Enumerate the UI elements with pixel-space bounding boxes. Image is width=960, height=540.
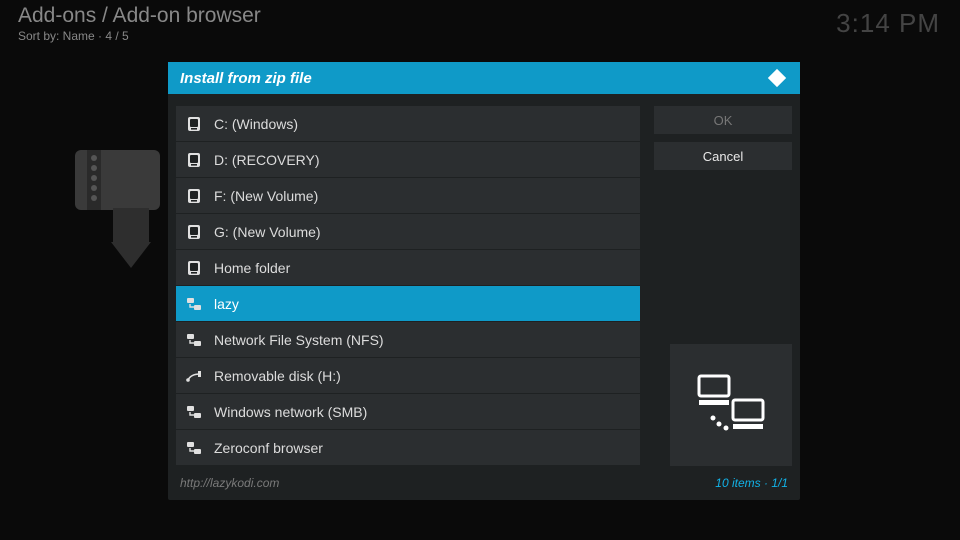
cancel-button[interactable]: Cancel [654,142,792,170]
file-item[interactable]: G: (New Volume) [176,214,640,250]
file-item[interactable]: D: (RECOVERY) [176,142,640,178]
file-item[interactable]: lazy [176,286,640,322]
footer-path: http://lazykodi.com [180,476,279,490]
drive-icon [186,188,202,204]
file-item-label: Home folder [214,260,290,276]
drive-icon [186,224,202,240]
file-item-label: C: (Windows) [214,116,298,132]
file-item-label: lazy [214,296,239,312]
file-item-label: Removable disk (H:) [214,368,341,384]
clock: 3:14 PM [836,8,940,39]
file-item-label: G: (New Volume) [214,224,321,240]
install-from-zip-dialog: Install from zip file C: (Windows) D: (RE… [168,62,800,500]
dialog-title: Install from zip file [180,70,312,87]
file-item-label: F: (New Volume) [214,188,318,204]
file-item-label: Windows network (SMB) [214,404,367,420]
file-item-label: Network File System (NFS) [214,332,384,348]
drive-icon [186,152,202,168]
breadcrumb: Add-ons / Add-on browser [18,4,261,28]
network-preview-icon [670,344,792,466]
network-icon [186,440,202,456]
file-item[interactable]: Network File System (NFS) [176,322,640,358]
dialog-right-column: OK Cancel [654,106,792,466]
file-item[interactable]: C: (Windows) [176,106,640,142]
kodi-logo-icon [766,67,788,89]
file-item-label: D: (RECOVERY) [214,152,320,168]
header: Add-ons / Add-on browser Sort by: Name ·… [18,4,261,43]
network-icon [186,404,202,420]
footer-count: 10 items · 1/1 [715,476,788,490]
drive-icon [186,260,202,276]
drive-icon [186,116,202,132]
file-item[interactable]: F: (New Volume) [176,178,640,214]
dialog-footer: http://lazykodi.com 10 items · 1/1 [168,472,800,500]
ok-button[interactable]: OK [654,106,792,134]
file-item-label: Zeroconf browser [214,440,323,456]
network-icon [186,296,202,312]
usb-icon [186,368,202,384]
file-item[interactable]: Home folder [176,250,640,286]
dialog-titlebar: Install from zip file [168,62,800,94]
sort-line: Sort by: Name · 4 / 5 [18,29,261,43]
network-icon [186,332,202,348]
file-item[interactable]: Windows network (SMB) [176,394,640,430]
file-item[interactable]: Zeroconf browser [176,430,640,466]
file-item[interactable]: Removable disk (H:) [176,358,640,394]
file-list: C: (Windows) D: (RECOVERY) F: (New Volume)… [176,106,640,466]
